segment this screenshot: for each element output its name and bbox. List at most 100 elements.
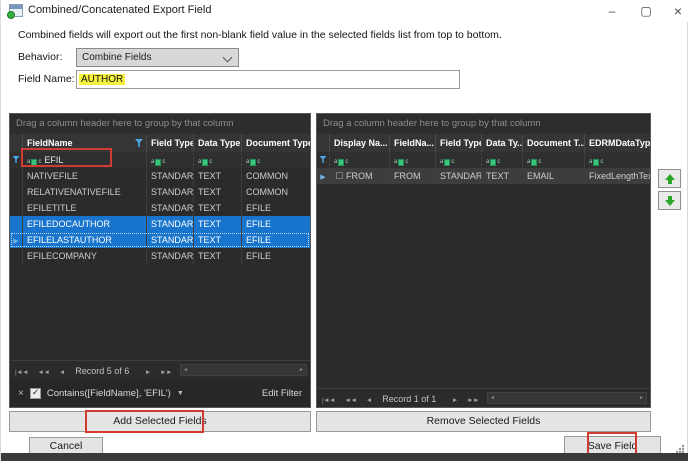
close-button[interactable]: ×	[663, 0, 688, 22]
resize-grip[interactable]	[676, 444, 685, 453]
column-header-documenttype[interactable]: Document Type	[242, 134, 310, 152]
documenttype-filter-cell[interactable]	[523, 152, 585, 168]
table-row-selected[interactable]: EFILEDOCAUTHOR STANDARD TEXT EFILE	[10, 216, 310, 232]
scroll-right-icon[interactable]: ►	[299, 365, 304, 376]
behavior-selected-value: Combine Fields	[82, 52, 152, 63]
pager-first-button[interactable]: |◄◄	[322, 397, 336, 404]
cell-datatype: TEXT	[194, 216, 242, 232]
cell-fieldname: EFILETITLE	[23, 200, 147, 216]
cell-documenttype: EFILE	[246, 203, 272, 213]
scroll-left-icon[interactable]: ◄	[183, 365, 188, 376]
datatype-filter-cell[interactable]	[194, 152, 242, 168]
annotation-box-efil-filter	[21, 148, 112, 167]
field-name-value: AUTHOR	[79, 74, 126, 85]
dialog-description: Combined fields will export out the firs…	[18, 29, 502, 41]
column-header-displayname[interactable]: Display Na...	[330, 134, 390, 152]
app-icon	[7, 4, 23, 19]
pager-next-page-button[interactable]: ►►	[160, 369, 172, 376]
fieldname-filter-cell[interactable]	[390, 152, 436, 168]
pager-next-page-button[interactable]: ►►	[467, 397, 479, 404]
cell-edrmdatatype: FixedLengthText ...	[589, 171, 650, 181]
horizontal-scrollbar[interactable]: ◄ ►	[487, 392, 647, 404]
chevron-down-icon	[222, 52, 233, 63]
table-row-selected[interactable]: ▶ FROM FROM STANDARD TEXT EMAIL FixedLen…	[317, 168, 650, 184]
table-row[interactable]: EFILETITLE STANDARD TEXT EFILE	[10, 200, 310, 216]
scroll-left-icon[interactable]: ◄	[490, 393, 495, 404]
cell-fieldtype: STANDARD	[147, 232, 194, 248]
row-indicator: ▶	[317, 168, 330, 184]
current-row-arrow-icon: ▶	[320, 174, 326, 181]
minimize-button[interactable]: –	[597, 0, 627, 22]
title-bar: Combined/Concatenated Export Field – ▢ ×	[1, 0, 688, 22]
horizontal-scrollbar[interactable]: ◄ ►	[180, 364, 307, 376]
scroll-right-icon[interactable]: ►	[639, 393, 644, 404]
cell-documenttype: EFILE	[246, 235, 272, 245]
pager-prev-button[interactable]: ◄	[366, 397, 372, 404]
table-row[interactable]: EFILECOMPANY STANDARD TEXT EFILE	[10, 248, 310, 264]
table-row[interactable]: NATIVEFILE STANDARD TEXT COMMON	[10, 168, 310, 184]
contains-filter-icon	[440, 154, 454, 168]
column-header-fieldname[interactable]: FieldNa...	[390, 134, 436, 152]
cell-fieldname: NATIVEFILE	[23, 168, 147, 184]
cell-datatype: TEXT	[194, 184, 242, 200]
pager-next-button[interactable]: ►	[452, 397, 458, 404]
cell-datatype: TEXT	[194, 232, 242, 248]
remove-selected-fields-button[interactable]: Remove Selected Fields	[316, 411, 651, 432]
behavior-select[interactable]: Combine Fields	[76, 48, 239, 67]
column-header-edrmdatatype[interactable]: EDRMDataType	[585, 134, 650, 152]
cell-fieldname: EFILEDOCAUTHOR	[23, 216, 147, 232]
cell-fieldtype: STANDARD	[436, 168, 482, 184]
pager-prev-page-button[interactable]: ◄◄	[345, 397, 357, 404]
cell-fieldtype: STANDARD	[147, 184, 194, 200]
edit-filter-link[interactable]: Edit Filter	[262, 388, 302, 399]
field-name-label: Field Name:	[18, 73, 75, 85]
cell-fieldtype: STANDARD	[147, 168, 194, 184]
column-header-fieldtype[interactable]: Field Type	[147, 134, 194, 152]
column-header-fieldtype[interactable]: Field Type	[436, 134, 482, 152]
move-down-button[interactable]	[658, 191, 681, 210]
right-grid-filter-row	[317, 152, 650, 169]
cell-fieldname: FROM	[390, 168, 436, 184]
row-indicator	[10, 168, 23, 184]
filter-enabled-checkbox[interactable]	[29, 387, 41, 399]
table-row-focused[interactable]: ▶ EFILELASTAUTHOR STANDARD TEXT EFILE	[10, 232, 310, 248]
contains-filter-icon	[151, 154, 165, 168]
pager-prev-page-button[interactable]: ◄◄	[38, 369, 50, 376]
pager-next-button[interactable]: ►	[145, 369, 151, 376]
field-name-input[interactable]: AUTHOR	[76, 70, 460, 89]
behavior-label: Behavior:	[18, 51, 63, 63]
displayname-filter-cell[interactable]	[330, 152, 390, 168]
datatype-filter-cell[interactable]	[482, 152, 523, 168]
funnel-icon	[319, 156, 327, 163]
pager-prev-button[interactable]: ◄	[59, 369, 65, 376]
contains-filter-icon	[486, 154, 500, 168]
row-indicator	[10, 248, 23, 264]
row-indicator	[10, 200, 23, 216]
filter-expression[interactable]: Contains([FieldName], 'EFIL')	[47, 388, 171, 399]
remove-filter-icon[interactable]: ×	[18, 388, 24, 399]
table-row[interactable]: RELATIVENATIVEFILE STANDARD TEXT COMMON	[10, 184, 310, 200]
fieldtype-filter-cell[interactable]	[147, 152, 194, 168]
record-count-label: Record 1 of 1	[382, 394, 437, 404]
column-header-datatype[interactable]: Data Ty...	[482, 134, 523, 152]
pager-first-button[interactable]: |◄◄	[15, 369, 29, 376]
group-by-hint: Drag a column header here to group by th…	[317, 114, 650, 135]
record-count-label: Record 5 of 6	[75, 366, 130, 376]
filter-row-indicator	[317, 152, 330, 168]
filter-funnel-icon[interactable]	[135, 139, 143, 147]
column-header-datatype[interactable]: Data Type	[194, 134, 242, 152]
cell-documenttype: EMAIL	[523, 168, 585, 184]
filter-summary-bar: × Contains([FieldName], 'EFIL') ▼ Edit F…	[10, 379, 310, 407]
checkbox-icon[interactable]	[336, 172, 343, 179]
move-up-button[interactable]	[658, 169, 681, 188]
right-grid-pager: |◄◄ ◄◄ ◄ Record 1 of 1 ► ►► ►►| ◄ ►	[317, 388, 650, 407]
maximize-button[interactable]: ▢	[631, 0, 661, 22]
filter-dropdown-icon[interactable]: ▼	[177, 390, 184, 397]
cell-documenttype: COMMON	[246, 171, 288, 181]
current-row-arrow-icon: ▶	[13, 238, 19, 245]
edrmdatatype-filter-cell[interactable]	[585, 152, 650, 168]
fieldtype-filter-cell[interactable]	[436, 152, 482, 168]
column-header-documenttype[interactable]: Document T...	[523, 134, 585, 152]
cell-fieldname: EFILECOMPANY	[23, 248, 147, 264]
documenttype-filter-cell[interactable]	[242, 152, 310, 168]
